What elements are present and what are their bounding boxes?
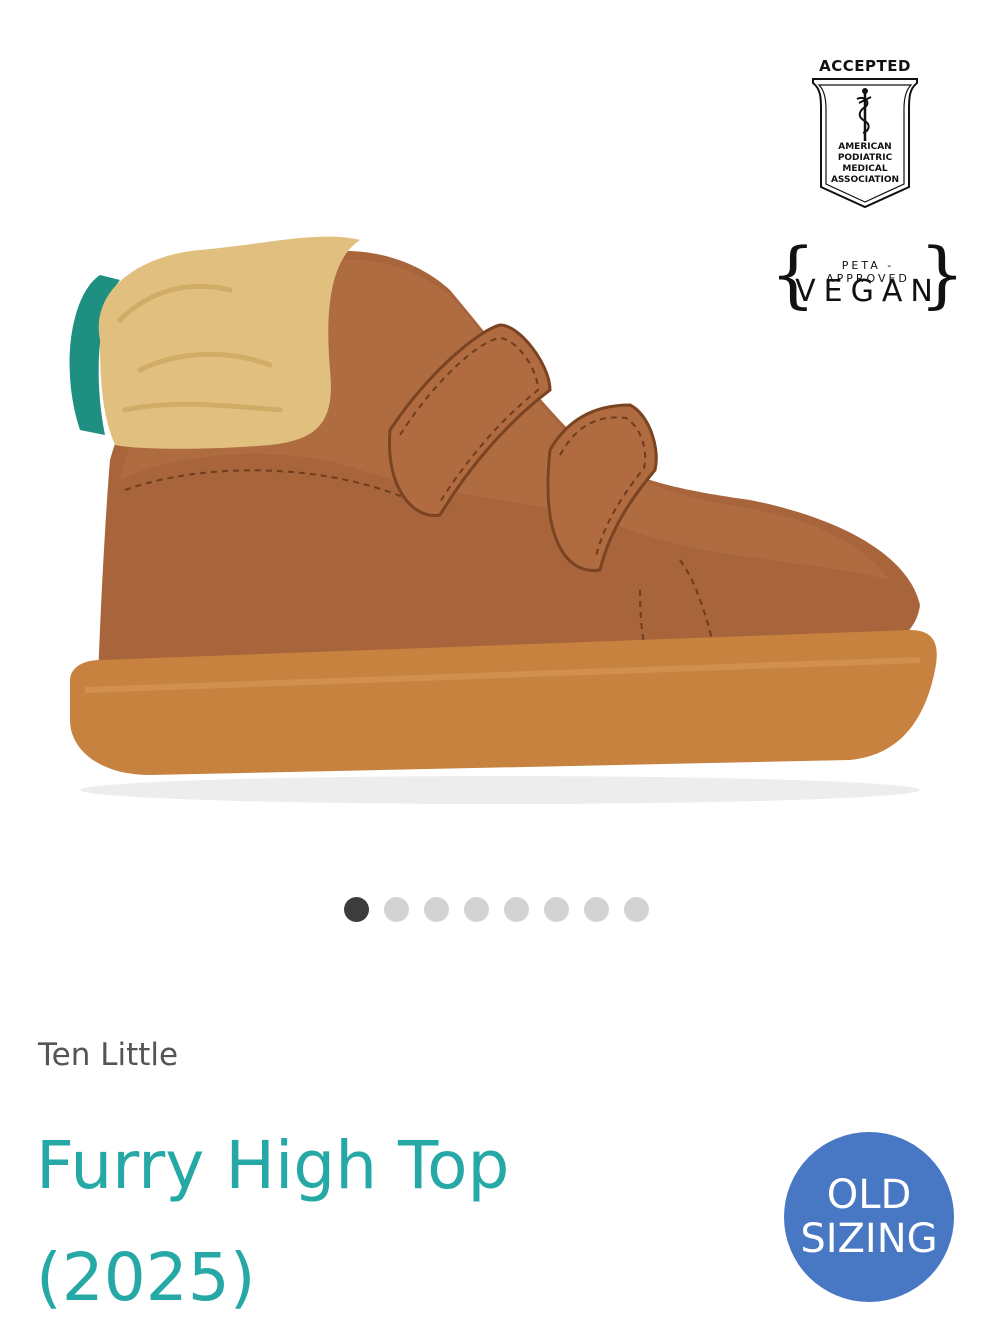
carousel-dot-4[interactable] [464,897,489,922]
old-sizing-line2: SIZING [800,1216,938,1262]
carousel-dot-7[interactable] [584,897,609,922]
product-title: Furry High Top (2025) [36,1110,756,1333]
carousel-dot-1[interactable] [344,897,369,922]
product-image[interactable] [30,200,960,820]
old-sizing-label: OLD SIZING [800,1173,937,1261]
apma-line: PODIATRIC [837,153,893,163]
old-sizing-badge[interactable]: OLD SIZING [784,1132,954,1302]
apma-line: MEDICAL [842,164,888,174]
product-image-gallery[interactable]: ACCEPTED AMERICAN PODIATRIC MEDICAL ASSO… [0,0,1000,960]
apma-line: ASSOCIATION [830,175,900,185]
apma-accepted-badge: ACCEPTED AMERICAN PODIATRIC MEDICAL ASSO… [805,55,925,210]
product-brand[interactable]: Ten Little [38,1037,178,1073]
product-title-line1: Furry High Top [36,1127,510,1204]
apma-association-text: AMERICAN PODIATRIC MEDICAL ASSOCIATION [823,142,907,186]
apma-line: AMERICAN [838,142,892,152]
carousel-dot-5[interactable] [504,897,529,922]
carousel-dot-3[interactable] [424,897,449,922]
product-title-line2: (2025) [36,1239,256,1316]
carousel-dot-2[interactable] [384,897,409,922]
carousel-pagination [344,897,649,922]
carousel-dot-6[interactable] [544,897,569,922]
old-sizing-line1: OLD [826,1172,912,1218]
carousel-dot-8[interactable] [624,897,649,922]
apma-accepted-label: ACCEPTED [819,57,911,75]
